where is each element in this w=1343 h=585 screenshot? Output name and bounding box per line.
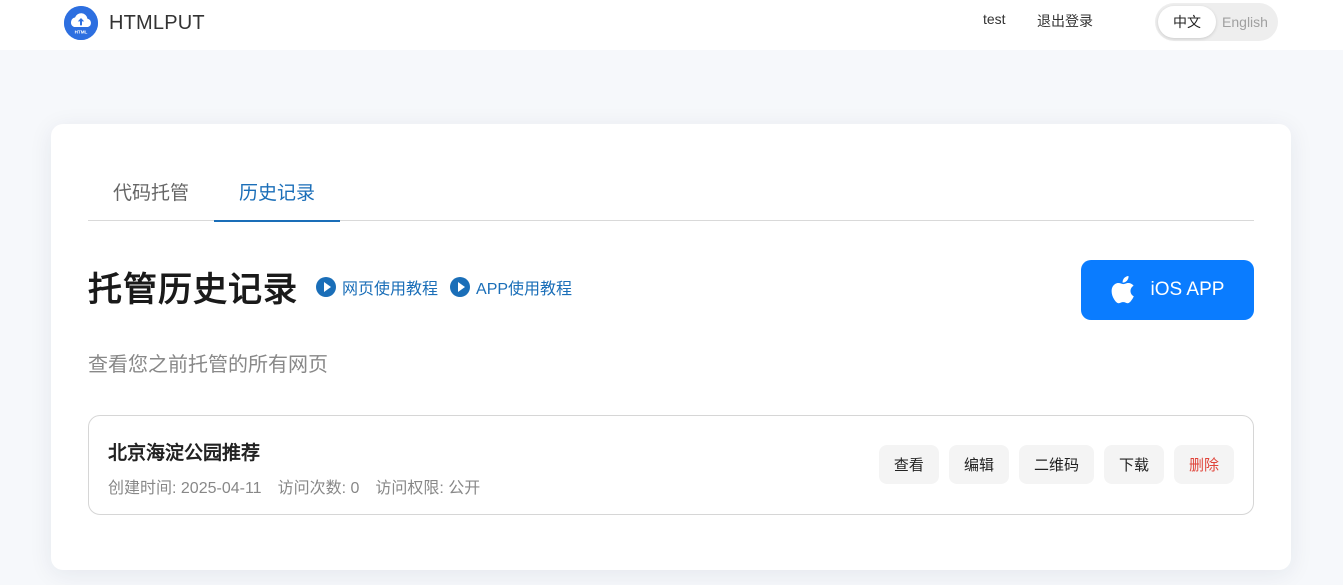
record-title: 北京海淀公园推荐 xyxy=(108,443,261,464)
record-meta: 创建时间: 2025-04-11 访问次数: 0 访问权限: 公开 xyxy=(108,474,480,498)
ios-app-button[interactable]: iOS APP xyxy=(1081,260,1254,320)
record-created: 创建时间: 2025-04-11 xyxy=(108,480,262,497)
apple-icon xyxy=(1111,276,1134,304)
tab-bar: 代码托管 历史记录 xyxy=(88,162,1254,222)
view-button[interactable]: 查看 xyxy=(878,445,939,484)
play-icon xyxy=(450,276,471,297)
app-tutorial-link[interactable]: APP使用教程 xyxy=(450,275,572,299)
lang-option-en[interactable]: English xyxy=(1216,6,1274,38)
upload-cloud-logo-icon: HTML xyxy=(64,6,98,40)
play-icon xyxy=(316,276,336,297)
ios-app-label: iOS APP xyxy=(1150,279,1225,300)
brand-name: HTMLPUT xyxy=(109,11,205,34)
record-actions: 查看 编辑 二维码 下载 删除 xyxy=(878,445,1234,484)
qr-code-button[interactable]: 二维码 xyxy=(1018,445,1094,484)
download-button[interactable]: 下载 xyxy=(1103,445,1164,484)
web-tutorial-label: 网页使用教程 xyxy=(342,280,439,298)
edit-button[interactable]: 编辑 xyxy=(948,445,1009,484)
record-visits: 访问次数: 0 xyxy=(277,480,360,497)
history-record-item: 北京海淀公园推荐 创建时间: 2025-04-11 访问次数: 0 访问权限: … xyxy=(88,415,1254,515)
tab-history[interactable]: 历史记录 xyxy=(214,162,341,222)
top-navbar: HTML HTMLPUT test 退出登录 中文 English xyxy=(0,0,1343,50)
brand[interactable]: HTML HTMLPUT xyxy=(64,5,205,41)
web-tutorial-link[interactable]: 网页使用教程 xyxy=(316,275,438,299)
page-title: 托管历史记录 xyxy=(88,271,298,309)
lang-option-zh[interactable]: 中文 xyxy=(1158,6,1216,38)
username-link[interactable]: test xyxy=(983,11,1006,27)
page-subtitle: 查看您之前托管的所有网页 xyxy=(88,354,328,376)
logo-text: HTML xyxy=(75,30,88,35)
record-access: 访问权限: 公开 xyxy=(375,480,481,497)
tab-code-hosting[interactable]: 代码托管 xyxy=(88,162,214,221)
title-row: 托管历史记录 网页使用教程 APP使用教程 xyxy=(88,262,572,311)
main-card: 代码托管 历史记录 托管历史记录 网页使用教程 APP使用教程 iOS APP … xyxy=(51,124,1291,570)
app-tutorial-label: APP使用教程 xyxy=(476,280,573,298)
delete-button[interactable]: 删除 xyxy=(1173,445,1234,484)
language-switch[interactable]: 中文 English xyxy=(1155,3,1278,41)
logout-link[interactable]: 退出登录 xyxy=(1037,11,1093,31)
